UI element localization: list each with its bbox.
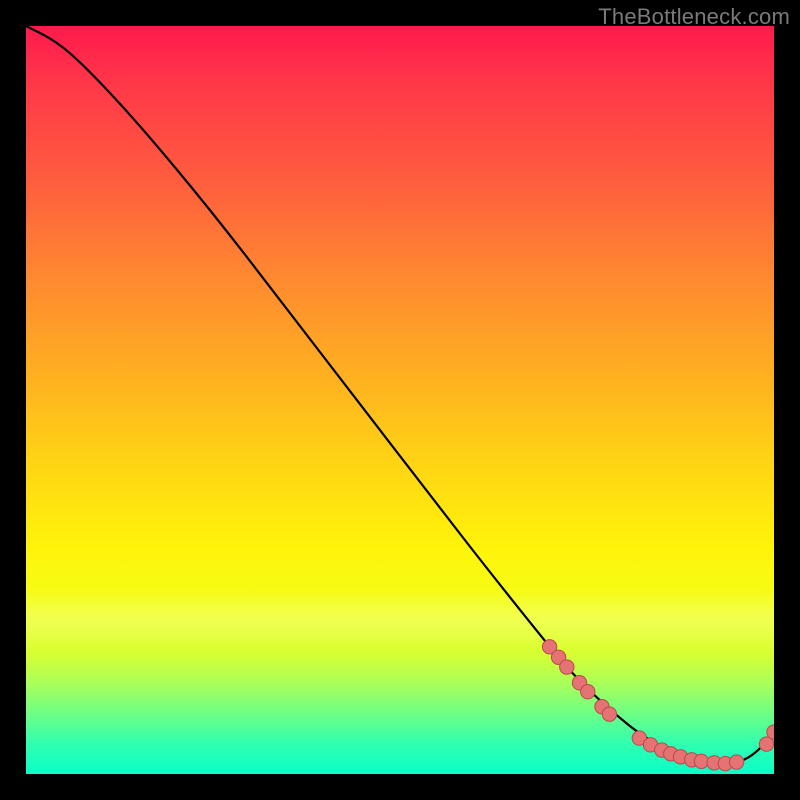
watermark-text: TheBottleneck.com <box>598 4 790 30</box>
plot-area <box>26 26 774 774</box>
chart-frame: TheBottleneck.com <box>0 0 800 800</box>
